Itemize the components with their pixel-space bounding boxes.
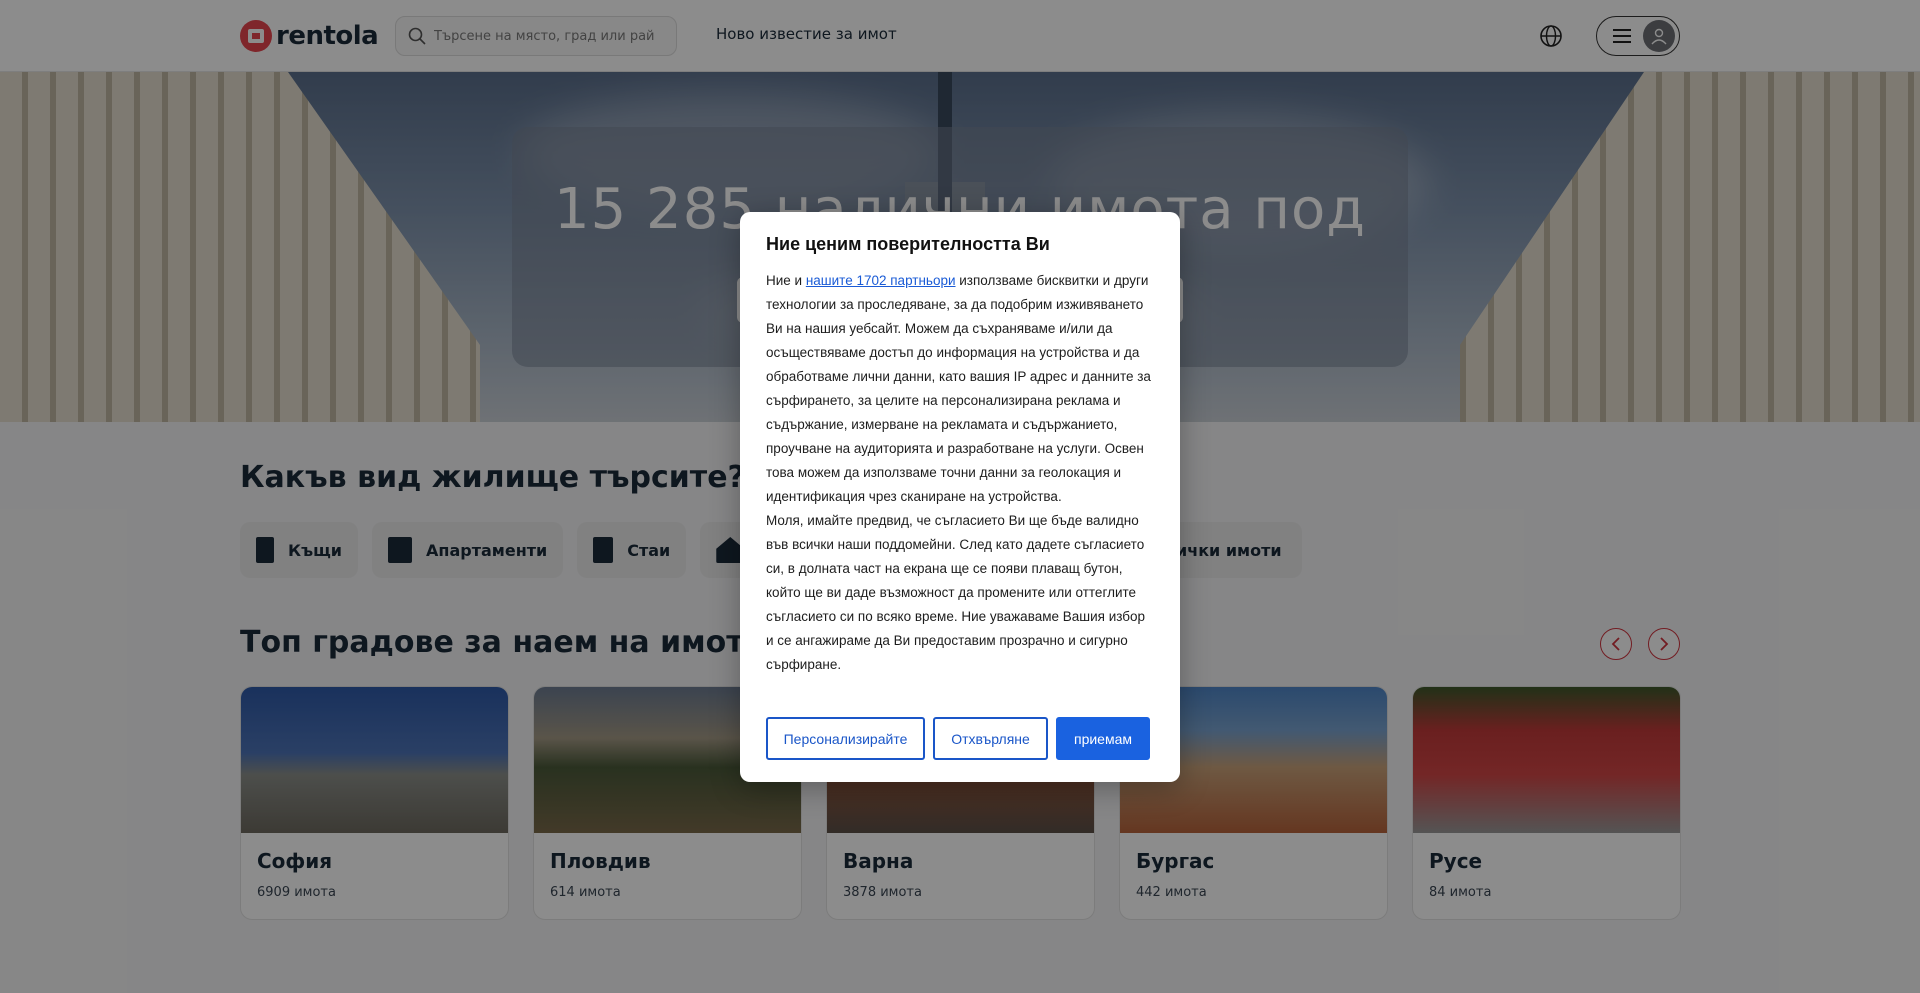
consent-text-rest: използваме бисквитки и други технологии … — [766, 273, 1151, 504]
customize-button[interactable]: Персонализирайте — [766, 717, 925, 760]
accept-button[interactable]: приемам — [1056, 717, 1150, 760]
partners-link[interactable]: нашите 1702 партньори — [806, 273, 956, 288]
consent-text-start: Ние и — [766, 273, 806, 288]
cookie-consent-dialog: Ние ценим поверителността Ви Ние и нашит… — [740, 212, 1180, 782]
dialog-title: Ние ценим поверителността Ви — [766, 234, 1050, 254]
dialog-body-paragraph2: Моля, имайте предвид, че съгласието Ви щ… — [766, 513, 1146, 672]
dialog-buttons: Персонализирайте Отхвърляне приемам — [766, 717, 1150, 760]
reject-button[interactable]: Отхвърляне — [933, 717, 1048, 760]
dialog-body: Ние и нашите 1702 партньори използваме б… — [766, 269, 1154, 509]
